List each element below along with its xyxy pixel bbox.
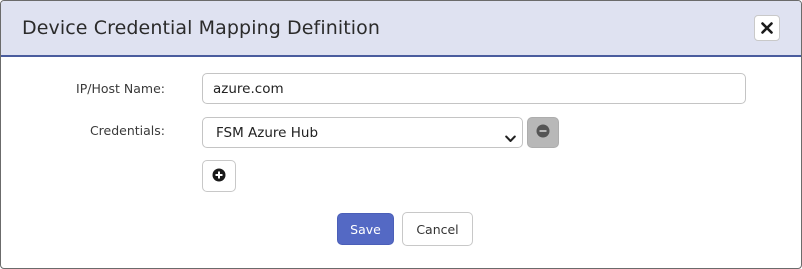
remove-credential-button[interactable] — [527, 117, 559, 148]
close-button[interactable] — [754, 15, 780, 41]
dialog-header: Device Credential Mapping Definition — [1, 1, 801, 57]
credentials-selected-value: FSM Azure Hub — [216, 125, 319, 141]
host-name-input[interactable] — [202, 73, 746, 104]
host-name-label: IP/Host Name: — [76, 81, 165, 96]
dialog-title: Device Credential Mapping Definition — [22, 17, 381, 39]
credentials-label: Credentials: — [89, 123, 165, 138]
save-button[interactable]: Save — [337, 213, 394, 245]
plus-circle-icon — [212, 167, 226, 186]
credentials-select[interactable]: FSM Azure Hub — [202, 117, 523, 148]
minus-circle-icon — [536, 123, 550, 142]
add-credential-button[interactable] — [202, 160, 236, 192]
chevron-down-icon — [505, 128, 516, 147]
cancel-button[interactable]: Cancel — [402, 212, 473, 246]
close-icon — [761, 22, 773, 34]
credential-mapping-dialog: Device Credential Mapping Definition IP/… — [0, 0, 802, 269]
